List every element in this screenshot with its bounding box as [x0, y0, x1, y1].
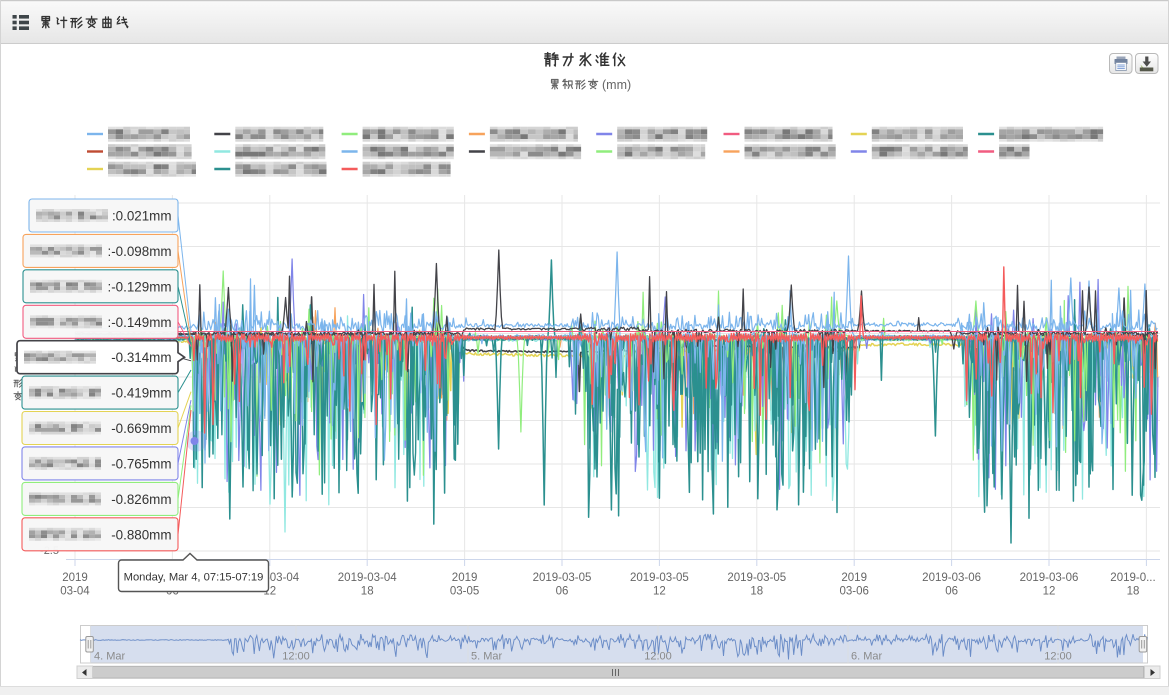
- svg-text:-0.419mm: -0.419mm: [111, 386, 171, 401]
- svg-text:2019-03-05: 2019-03-05: [533, 572, 592, 584]
- svg-text:-0.314mm: -0.314mm: [111, 350, 171, 365]
- svg-text:2019: 2019: [62, 572, 88, 584]
- svg-text:2019-03-06: 2019-03-06: [922, 572, 981, 584]
- svg-text:03-05: 03-05: [450, 586, 479, 598]
- svg-text::-0.129mm: :-0.129mm: [108, 279, 172, 294]
- svg-text:2019-03-06: 2019-03-06: [1020, 572, 1079, 584]
- svg-text:06: 06: [556, 586, 569, 598]
- svg-text:5. Mar: 5. Mar: [471, 651, 503, 663]
- svg-text:06: 06: [945, 586, 958, 598]
- svg-text::-0.098mm: :-0.098mm: [108, 244, 172, 259]
- svg-text:18: 18: [750, 586, 763, 598]
- svg-text:4. Mar: 4. Mar: [94, 651, 126, 663]
- svg-text:12:00: 12:00: [1044, 651, 1072, 663]
- svg-text:12:00: 12:00: [644, 651, 672, 663]
- svg-text::-0.149mm: :-0.149mm: [108, 315, 172, 330]
- svg-text:2019: 2019: [841, 572, 867, 584]
- svg-text:18: 18: [1127, 586, 1140, 598]
- svg-text:12: 12: [1043, 586, 1056, 598]
- svg-text::0.021mm: :0.021mm: [112, 209, 172, 224]
- svg-text:2019-0...: 2019-0...: [1110, 572, 1155, 584]
- svg-text:-0.826mm: -0.826mm: [111, 492, 171, 507]
- svg-text:-0.765mm: -0.765mm: [111, 456, 171, 471]
- svg-text:2019-03-05: 2019-03-05: [630, 572, 689, 584]
- svg-text:18: 18: [361, 586, 374, 598]
- svg-text:6. Mar: 6. Mar: [851, 651, 883, 663]
- svg-text:Monday, Mar 4, 07:15-07:19: Monday, Mar 4, 07:15-07:19: [124, 572, 264, 584]
- svg-text:-0.669mm: -0.669mm: [111, 421, 171, 436]
- svg-text:(mm): (mm): [602, 78, 631, 92]
- svg-text:2019-03-04: 2019-03-04: [338, 572, 397, 584]
- svg-text:12: 12: [653, 586, 666, 598]
- svg-text:2019: 2019: [452, 572, 478, 584]
- svg-text:-0.880mm: -0.880mm: [111, 527, 171, 542]
- svg-text:12:00: 12:00: [282, 651, 310, 663]
- svg-text:2019-03-05: 2019-03-05: [727, 572, 786, 584]
- svg-text:03-06: 03-06: [839, 586, 868, 598]
- svg-text:03-04: 03-04: [60, 586, 90, 598]
